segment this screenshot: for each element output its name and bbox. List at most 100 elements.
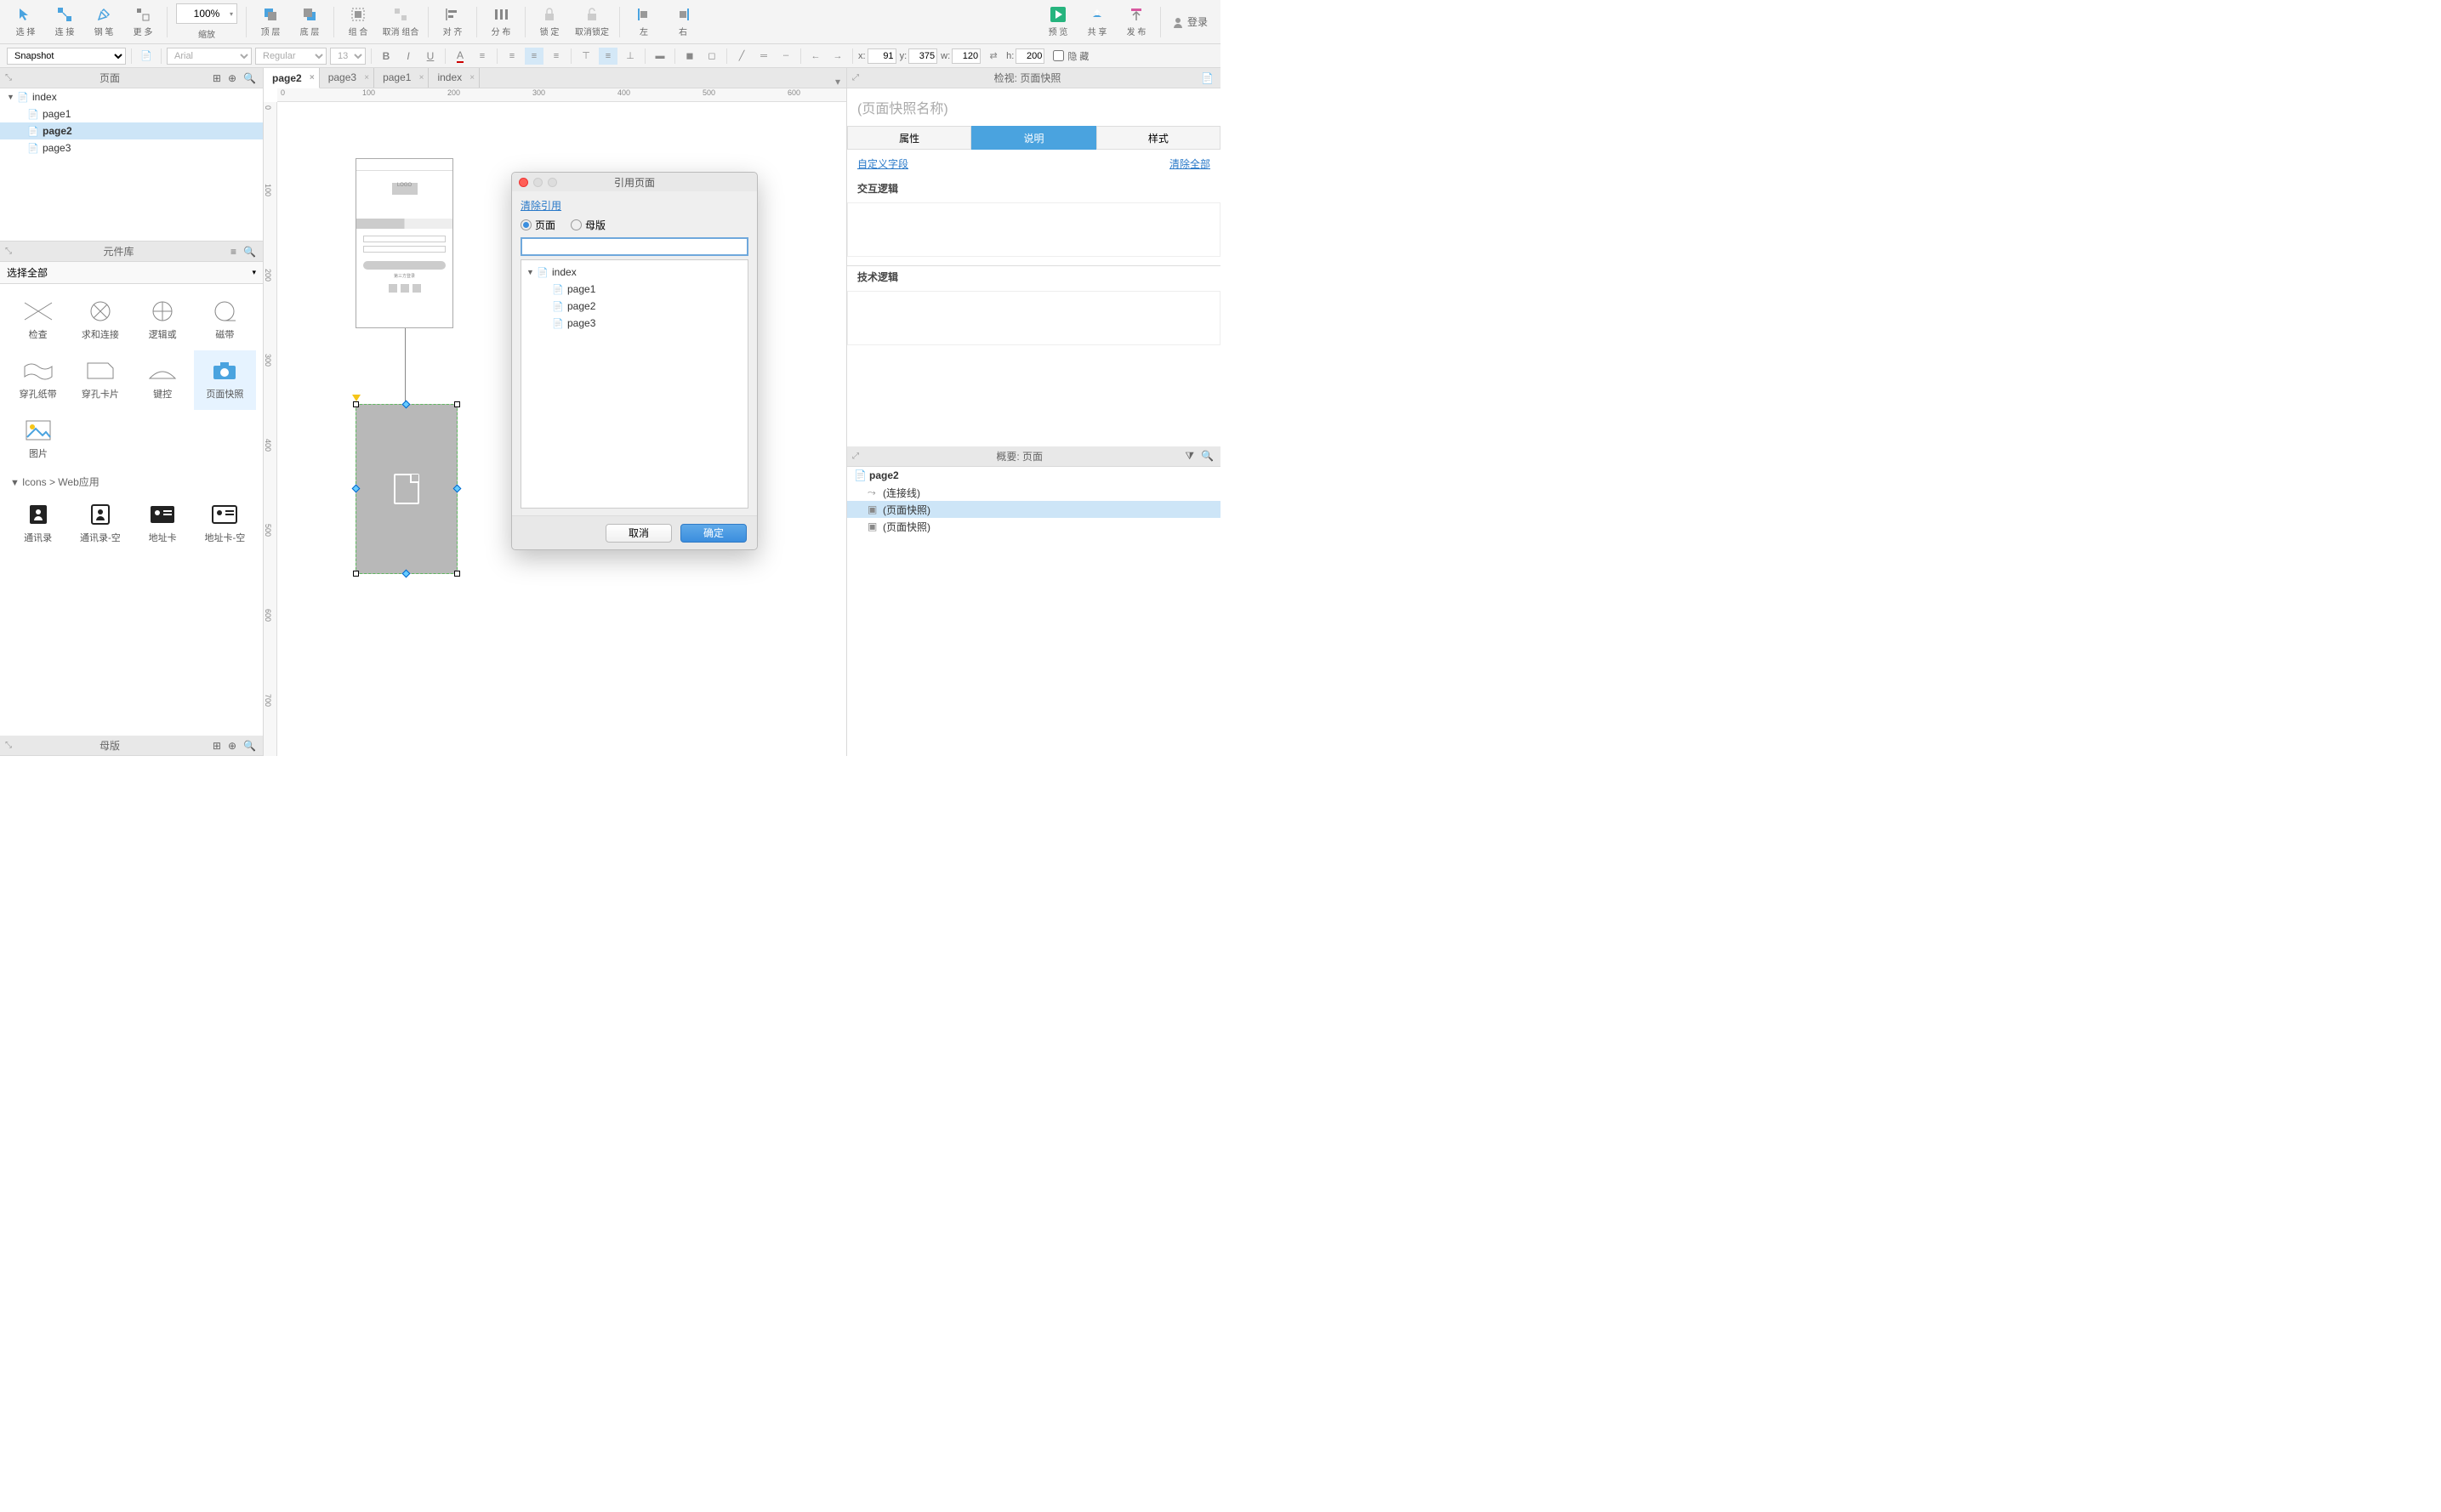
zoom-select[interactable]: 100%▾: [176, 3, 237, 24]
collapse-icon[interactable]: ⤡: [5, 741, 12, 750]
lib-item-image[interactable]: 图片: [7, 410, 70, 469]
publish-button[interactable]: 发 布: [1118, 2, 1155, 43]
outline-item[interactable]: ▣(页面快照): [847, 501, 1220, 518]
connect-tool[interactable]: 连 接: [46, 2, 83, 43]
tab-page1[interactable]: page1×: [374, 68, 429, 88]
custom-fields-link[interactable]: 自定义字段: [857, 156, 908, 171]
outline-root[interactable]: 📄page2: [847, 467, 1220, 484]
outer-shadow-button[interactable]: ◼: [680, 48, 699, 65]
outline-item[interactable]: ▣(页面快照): [847, 518, 1220, 535]
bold-button[interactable]: B: [377, 48, 395, 65]
distribute-button[interactable]: 分 布: [482, 2, 520, 43]
collapse-icon[interactable]: ⤡: [5, 247, 12, 256]
notes-textarea[interactable]: [847, 202, 1220, 257]
library-filter-select[interactable]: 选择全部▾: [0, 262, 263, 284]
hidden-checkbox[interactable]: [1053, 50, 1064, 61]
tab-index[interactable]: index×: [429, 68, 480, 88]
valign-bottom[interactable]: ⊥: [621, 48, 640, 65]
pen-tool[interactable]: 钢 笔: [85, 2, 122, 43]
collapse-icon[interactable]: ⤡: [5, 73, 12, 82]
dialog-tree-item[interactable]: 📄page3: [521, 315, 748, 332]
arrow-start-button[interactable]: ←: [806, 48, 825, 65]
fill-color-button[interactable]: ▬: [651, 48, 669, 65]
dialog-tree-root[interactable]: ▼📄index: [521, 264, 748, 281]
line-style-button[interactable]: ┄: [777, 48, 795, 65]
filter-icon[interactable]: ⧩: [1185, 450, 1194, 463]
lib-item-sumjunction[interactable]: 求和连接: [69, 291, 131, 350]
lib-item-snapshot[interactable]: 页面快照: [194, 350, 256, 410]
font-size-select[interactable]: 13: [330, 48, 366, 65]
tab-properties[interactable]: 属性: [847, 126, 971, 150]
more-tool[interactable]: 更 多: [124, 2, 162, 43]
underline-button[interactable]: U: [421, 48, 440, 65]
search-icon[interactable]: 🔍: [1201, 450, 1214, 463]
share-button[interactable]: 共 享: [1078, 2, 1116, 43]
preview-button[interactable]: 预 览: [1039, 2, 1077, 43]
collapse-icon[interactable]: ⤢: [852, 452, 859, 461]
cancel-button[interactable]: 取消: [606, 524, 672, 543]
snapshot-widget-selected[interactable]: [356, 404, 458, 574]
lib-item-addressbook[interactable]: 通讯录: [7, 494, 69, 554]
close-icon[interactable]: ×: [469, 73, 475, 82]
ok-button[interactable]: 确定: [680, 524, 747, 543]
w-input[interactable]: [952, 48, 981, 64]
radio-master[interactable]: 母版: [571, 218, 606, 232]
x-input[interactable]: [868, 48, 896, 64]
tab-style[interactable]: 样式: [1096, 126, 1220, 150]
dialog-titlebar[interactable]: 引用页面: [512, 173, 757, 191]
font-select[interactable]: Arial: [167, 48, 252, 65]
clear-all-link[interactable]: 清除全部: [1169, 156, 1210, 171]
align-right-button[interactable]: 右: [664, 2, 702, 43]
bullets-button[interactable]: ≡: [473, 48, 492, 65]
pages-tree-item[interactable]: 📄page2: [0, 122, 263, 139]
wireframe-snapshot[interactable]: LOGO 第三方登录: [356, 158, 453, 328]
unlock-button[interactable]: 取消锁定: [570, 2, 614, 43]
close-icon[interactable]: ×: [310, 73, 315, 82]
lib-item-keying[interactable]: 键控: [132, 350, 194, 410]
notes-icon[interactable]: 📄: [137, 48, 156, 65]
notes-icon[interactable]: 📄: [1201, 72, 1214, 84]
add-page-icon[interactable]: ⊕: [228, 72, 236, 84]
tab-page2[interactable]: page2×: [264, 68, 320, 88]
search-icon[interactable]: 🔍: [243, 72, 256, 84]
lib-item-tape[interactable]: 磁带: [194, 291, 256, 350]
bring-front-button[interactable]: 顶 层: [252, 2, 289, 43]
dialog-tree-item[interactable]: 📄page1: [521, 281, 748, 298]
italic-button[interactable]: I: [399, 48, 418, 65]
close-icon[interactable]: ×: [419, 73, 424, 82]
close-icon[interactable]: ×: [364, 73, 369, 82]
align-button[interactable]: 对 齐: [434, 2, 471, 43]
link-wh-icon[interactable]: ⇄: [984, 48, 1003, 65]
dialog-tree-item[interactable]: 📄page2: [521, 298, 748, 315]
h-input[interactable]: [1016, 48, 1044, 64]
lib-item-addressbook-empty[interactable]: 通讯录-空: [69, 494, 131, 554]
ungroup-button[interactable]: 取消 组合: [378, 2, 423, 43]
search-icon[interactable]: 🔍: [243, 246, 256, 258]
search-icon[interactable]: 🔍: [243, 740, 256, 752]
add-folder-icon[interactable]: ⊞: [213, 72, 221, 84]
lib-item-punchcard[interactable]: 穿孔卡片: [69, 350, 131, 410]
connector-line[interactable]: [405, 328, 406, 404]
radio-page[interactable]: 页面: [521, 218, 555, 232]
collapse-icon[interactable]: ⤢: [852, 73, 859, 82]
align-right-text[interactable]: ≡: [547, 48, 566, 65]
inner-shadow-button[interactable]: ◻: [703, 48, 721, 65]
tabs-overflow-icon[interactable]: ▾: [829, 76, 846, 88]
login-button[interactable]: 登录: [1166, 2, 1214, 43]
send-back-button[interactable]: 底 层: [291, 2, 328, 43]
align-left-text[interactable]: ≡: [503, 48, 521, 65]
text-color-button[interactable]: A: [451, 48, 469, 65]
add-master-icon[interactable]: ⊕: [228, 740, 236, 752]
close-window-icon[interactable]: [519, 178, 528, 187]
align-left-button[interactable]: 左: [625, 2, 663, 43]
widget-name-field[interactable]: (页面快照名称): [847, 88, 1220, 126]
outline-item[interactable]: ⤳(连接线): [847, 484, 1220, 501]
lock-button[interactable]: 锁 定: [531, 2, 568, 43]
select-tool[interactable]: 选 择: [7, 2, 44, 43]
tab-page3[interactable]: page3×: [320, 68, 374, 88]
font-weight-select[interactable]: Regular: [255, 48, 327, 65]
library-category[interactable]: ▼ Icons > Web应用: [7, 469, 256, 494]
pages-tree-item[interactable]: 📄page1: [0, 105, 263, 122]
line-width-button[interactable]: ═: [754, 48, 773, 65]
lib-item-punchtape[interactable]: 穿孔纸带: [7, 350, 69, 410]
